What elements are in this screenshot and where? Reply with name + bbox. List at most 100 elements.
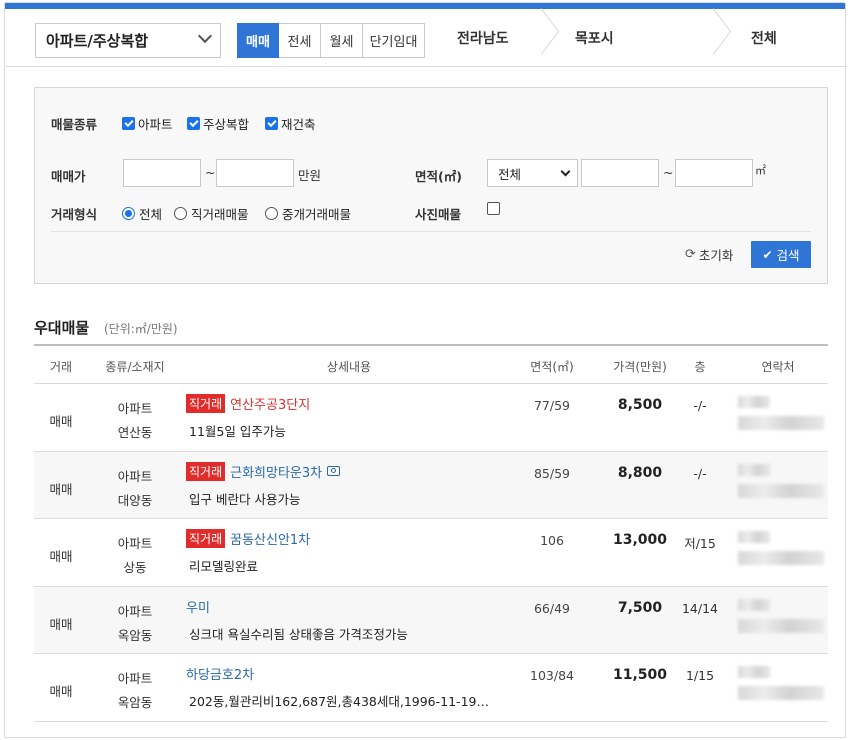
property-kind: 아파트 [117, 603, 153, 619]
filter-divider [51, 231, 811, 232]
listing-title-link[interactable]: 우미 [186, 597, 210, 616]
price-unit: 만원 [298, 168, 322, 183]
location: 상동 [123, 560, 147, 575]
listing-area: 77/59 [533, 398, 571, 413]
range-separator: ~ [663, 165, 674, 180]
listing-floor: 1/15 [685, 668, 715, 683]
kind-apartment-label: 아파트 [138, 117, 173, 132]
listing-table: 거래 종류/소재지 상세내용 면적(㎡) 가격(만원) 층 연락처 매매 아파트 연… [34, 344, 828, 722]
checkbox-checked-icon [187, 117, 200, 130]
area-type-value: 전체 [498, 166, 522, 182]
table-row[interactable]: 매매 아파트 대양동 직거래 근화희망타운3차 입구 베란다 사용가능 85/59 8,800… [34, 451, 828, 519]
search-label: 검색 [776, 248, 800, 263]
listing-price: 11,500 [612, 667, 668, 683]
type-location: 아파트 옥암동 [90, 667, 180, 715]
trade-broker-label: 중개거래매물 [282, 207, 352, 222]
photo-only-checkbox[interactable] [487, 202, 503, 215]
direct-deal-badge: 직거래 [186, 394, 226, 413]
kind-reconstruction-checkbox[interactable]: 재건축 [265, 114, 316, 133]
property-kind: 아파트 [117, 468, 153, 484]
trade-all-label: 전체 [139, 207, 163, 222]
area-type-select[interactable]: 전체 [487, 159, 578, 187]
blurred-contact-name [738, 666, 770, 678]
col-area: 면적(㎡) [530, 360, 574, 374]
type-location: 아파트 연산동 [90, 397, 180, 445]
breadcrumb: 전라남도 목포시 전체 [425, 9, 825, 67]
camera-icon [327, 466, 341, 476]
blurred-contact-name [738, 531, 770, 543]
area-unit: ㎡ [755, 164, 766, 177]
blurred-contact-phone [738, 416, 824, 430]
trade-all-radio[interactable]: 전체 [122, 204, 162, 223]
contact-blurred [732, 662, 824, 714]
type-location: 아파트 옥암동 [90, 600, 180, 648]
blurred-contact-name [738, 396, 770, 408]
location: 옥암동 [117, 695, 153, 710]
deal-type: 매매 [49, 481, 73, 497]
trade-label: 거래형식 [51, 207, 98, 222]
deal-type: 매매 [49, 684, 73, 699]
contact-blurred [732, 460, 824, 512]
radio-empty-icon [174, 207, 187, 220]
tab-sale[interactable]: 매매 [237, 23, 279, 58]
listing-price: 13,000 [612, 532, 668, 548]
deal-type: 매매 [49, 616, 73, 632]
kind-mixed-use-checkbox[interactable]: 주상복합 [187, 114, 249, 133]
col-deal: 거래 [49, 360, 73, 374]
tab-jeonse[interactable]: 전세 [279, 23, 321, 58]
refresh-icon: ⟳ [685, 247, 696, 262]
breadcrumb-province[interactable]: 전라남도 [425, 9, 543, 67]
breadcrumb-city[interactable]: 목포시 [543, 9, 715, 67]
reset-button[interactable]: ⟳ 초기화 [685, 245, 733, 264]
check-icon: ✔ [762, 247, 773, 262]
listing-title-link[interactable]: 연산주공3단지 [230, 394, 310, 413]
listing-description: 리모델링완료 [189, 559, 259, 574]
trade-broker-radio[interactable]: 중개거래매물 [265, 204, 351, 223]
table-row[interactable]: 매매 아파트 연산동 직거래 연산주공3단지 11월5일 입주가능 77/59 8,500 -/… [34, 384, 828, 452]
trade-direct-radio[interactable]: 직거래매물 [174, 204, 249, 223]
contact-blurred [732, 595, 824, 647]
property-kind: 아파트 [117, 536, 153, 551]
type-location: 아파트상동 [90, 532, 180, 580]
area-max-input[interactable] [675, 159, 753, 187]
blurred-contact-phone [738, 618, 824, 633]
kind-apartment-checkbox[interactable]: 아파트 [122, 114, 173, 133]
section-title: 우대매물 [34, 319, 90, 337]
price-min-input[interactable] [123, 159, 201, 187]
price-max-input[interactable] [216, 159, 294, 187]
checkbox-checked-icon [265, 117, 278, 130]
listing-title: 직거래 연산주공3단지 [186, 394, 310, 413]
listing-title-link[interactable]: 하당금호2차 [186, 664, 254, 683]
listing-description: 11월5일 입주가능 [189, 424, 286, 439]
listing-area: 66/49 [533, 600, 571, 616]
breadcrumb-city-label: 목포시 [575, 31, 614, 47]
direct-deal-badge: 직거래 [186, 461, 226, 481]
table-header: 거래 종류/소재지 상세내용 면적(㎡) 가격(만원) 층 연락처 [34, 346, 828, 384]
direct-deal-badge: 직거래 [186, 529, 226, 548]
listing-description: 202동,월관리비162,687원,총438세대,1996-11-19… [189, 694, 489, 709]
col-type-location: 종류/소재지 [105, 360, 165, 374]
listing-floor: 저/15 [684, 536, 716, 551]
listing-price: 8,500 [617, 397, 663, 413]
table-row[interactable]: 매매 아파트 옥암동 하당금호2차 202동,월관리비162,687원,총438세대,1… [34, 654, 828, 722]
property-type-value: 아파트/주상복합 [46, 32, 149, 50]
listing-floor: 14/14 [681, 600, 719, 616]
property-type-select[interactable]: 아파트/주상복합 [35, 23, 221, 58]
trade-direct-label: 직거래매물 [191, 207, 249, 222]
table-row[interactable]: 매매 아파트 상동 직거래 꿈동산신안1차 리모델링완료 106 13,000 저/15 [34, 519, 828, 587]
contact-blurred [732, 392, 824, 444]
tab-short-term-rent[interactable]: 단기임대 [363, 23, 425, 58]
contact-blurred [732, 527, 824, 579]
filter-panel: 매물종류 아파트 주상복합 재건축 매매가 ~ 만원 면적(㎡) 전체 ~ ㎡ … [34, 87, 828, 284]
listing-title: 하당금호2차 [186, 664, 254, 683]
listing-title-link[interactable]: 꿈동산신안1차 [230, 529, 310, 548]
checkbox-empty-icon [487, 202, 500, 215]
area-min-input[interactable] [581, 159, 659, 187]
table-row[interactable]: 매매 아파트 옥암동 우미 싱크대 욕실수리됨 상태좋음 가격조정가능 66/49 7,50… [34, 586, 828, 654]
listing-title-link[interactable]: 근화희망타운3차 [230, 462, 322, 481]
breadcrumb-district[interactable]: 전체 [715, 9, 825, 67]
col-floor: 층 [694, 360, 706, 374]
tab-monthly-rent[interactable]: 월세 [321, 23, 363, 58]
search-button[interactable]: ✔ 검색 [751, 241, 811, 268]
col-detail: 상세내용 [326, 360, 372, 374]
